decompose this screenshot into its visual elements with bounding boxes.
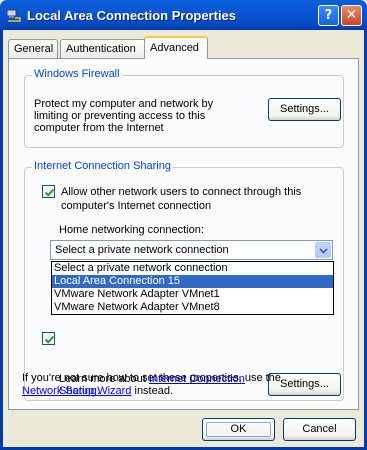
tab-authentication[interactable]: Authentication [60, 39, 146, 58]
dropdown-option-selected[interactable]: Local Area Connection 15 [52, 275, 333, 288]
advanced-panel: Windows Firewall Protect my computer and… [8, 58, 359, 410]
network-connection-icon [6, 8, 22, 22]
firewall-settings-button[interactable]: Settings... [268, 98, 341, 121]
tab-general[interactable]: General [8, 39, 58, 58]
checkmark-icon [44, 188, 55, 197]
network-setup-wizard-link[interactable]: Network Setup Wizard [22, 385, 131, 397]
dropdown-option[interactable]: Select a private network connection [52, 262, 333, 275]
ics-title: Internet Connection Sharing [32, 160, 173, 172]
dropdown-arrow-button[interactable] [315, 242, 331, 258]
chevron-down-icon [319, 248, 328, 254]
window-border-left [0, 30, 3, 450]
select-value: Select a private network connection [55, 244, 229, 256]
cancel-button[interactable]: Cancel [283, 418, 356, 441]
ok-label: OK [230, 423, 247, 435]
title-bar[interactable]: Local Area Connection Properties ? ✕ [0, 0, 367, 30]
close-button[interactable]: ✕ [341, 5, 362, 26]
home-networking-label: Home networking connection: [59, 224, 204, 236]
allow-sharing-label[interactable]: Allow other network users to connect thr… [61, 185, 331, 213]
footer-text: If you're not sure how to set these prop… [22, 372, 322, 398]
windows-firewall-group: Windows Firewall Protect my computer and… [24, 68, 344, 148]
cancel-label: Cancel [302, 423, 337, 435]
checkmark-icon [44, 335, 55, 344]
tab-advanced[interactable]: Advanced [144, 36, 208, 59]
windows-firewall-title: Windows Firewall [32, 68, 122, 80]
home-networking-dropdown-list: Select a private network connection Loca… [51, 261, 334, 315]
ok-button[interactable]: OK [202, 418, 275, 441]
dropdown-option[interactable]: VMware Network Adapter VMnet8 [52, 301, 333, 314]
footer-prefix: If you're not sure how to set these prop… [22, 372, 281, 384]
home-networking-select[interactable]: Select a private network connection [50, 240, 333, 260]
footer-suffix: instead. [131, 385, 174, 397]
allow-sharing-checkbox[interactable] [42, 185, 55, 198]
window-title: Local Area Connection Properties [27, 8, 237, 23]
dropdown-option[interactable]: VMware Network Adapter VMnet1 [52, 288, 333, 301]
help-icon: ? [324, 8, 333, 23]
help-button[interactable]: ? [318, 5, 339, 26]
second-sharing-checkbox[interactable] [42, 332, 55, 345]
firewall-description: Protect my computer and network by limit… [34, 98, 214, 134]
close-icon: ✕ [345, 7, 358, 23]
